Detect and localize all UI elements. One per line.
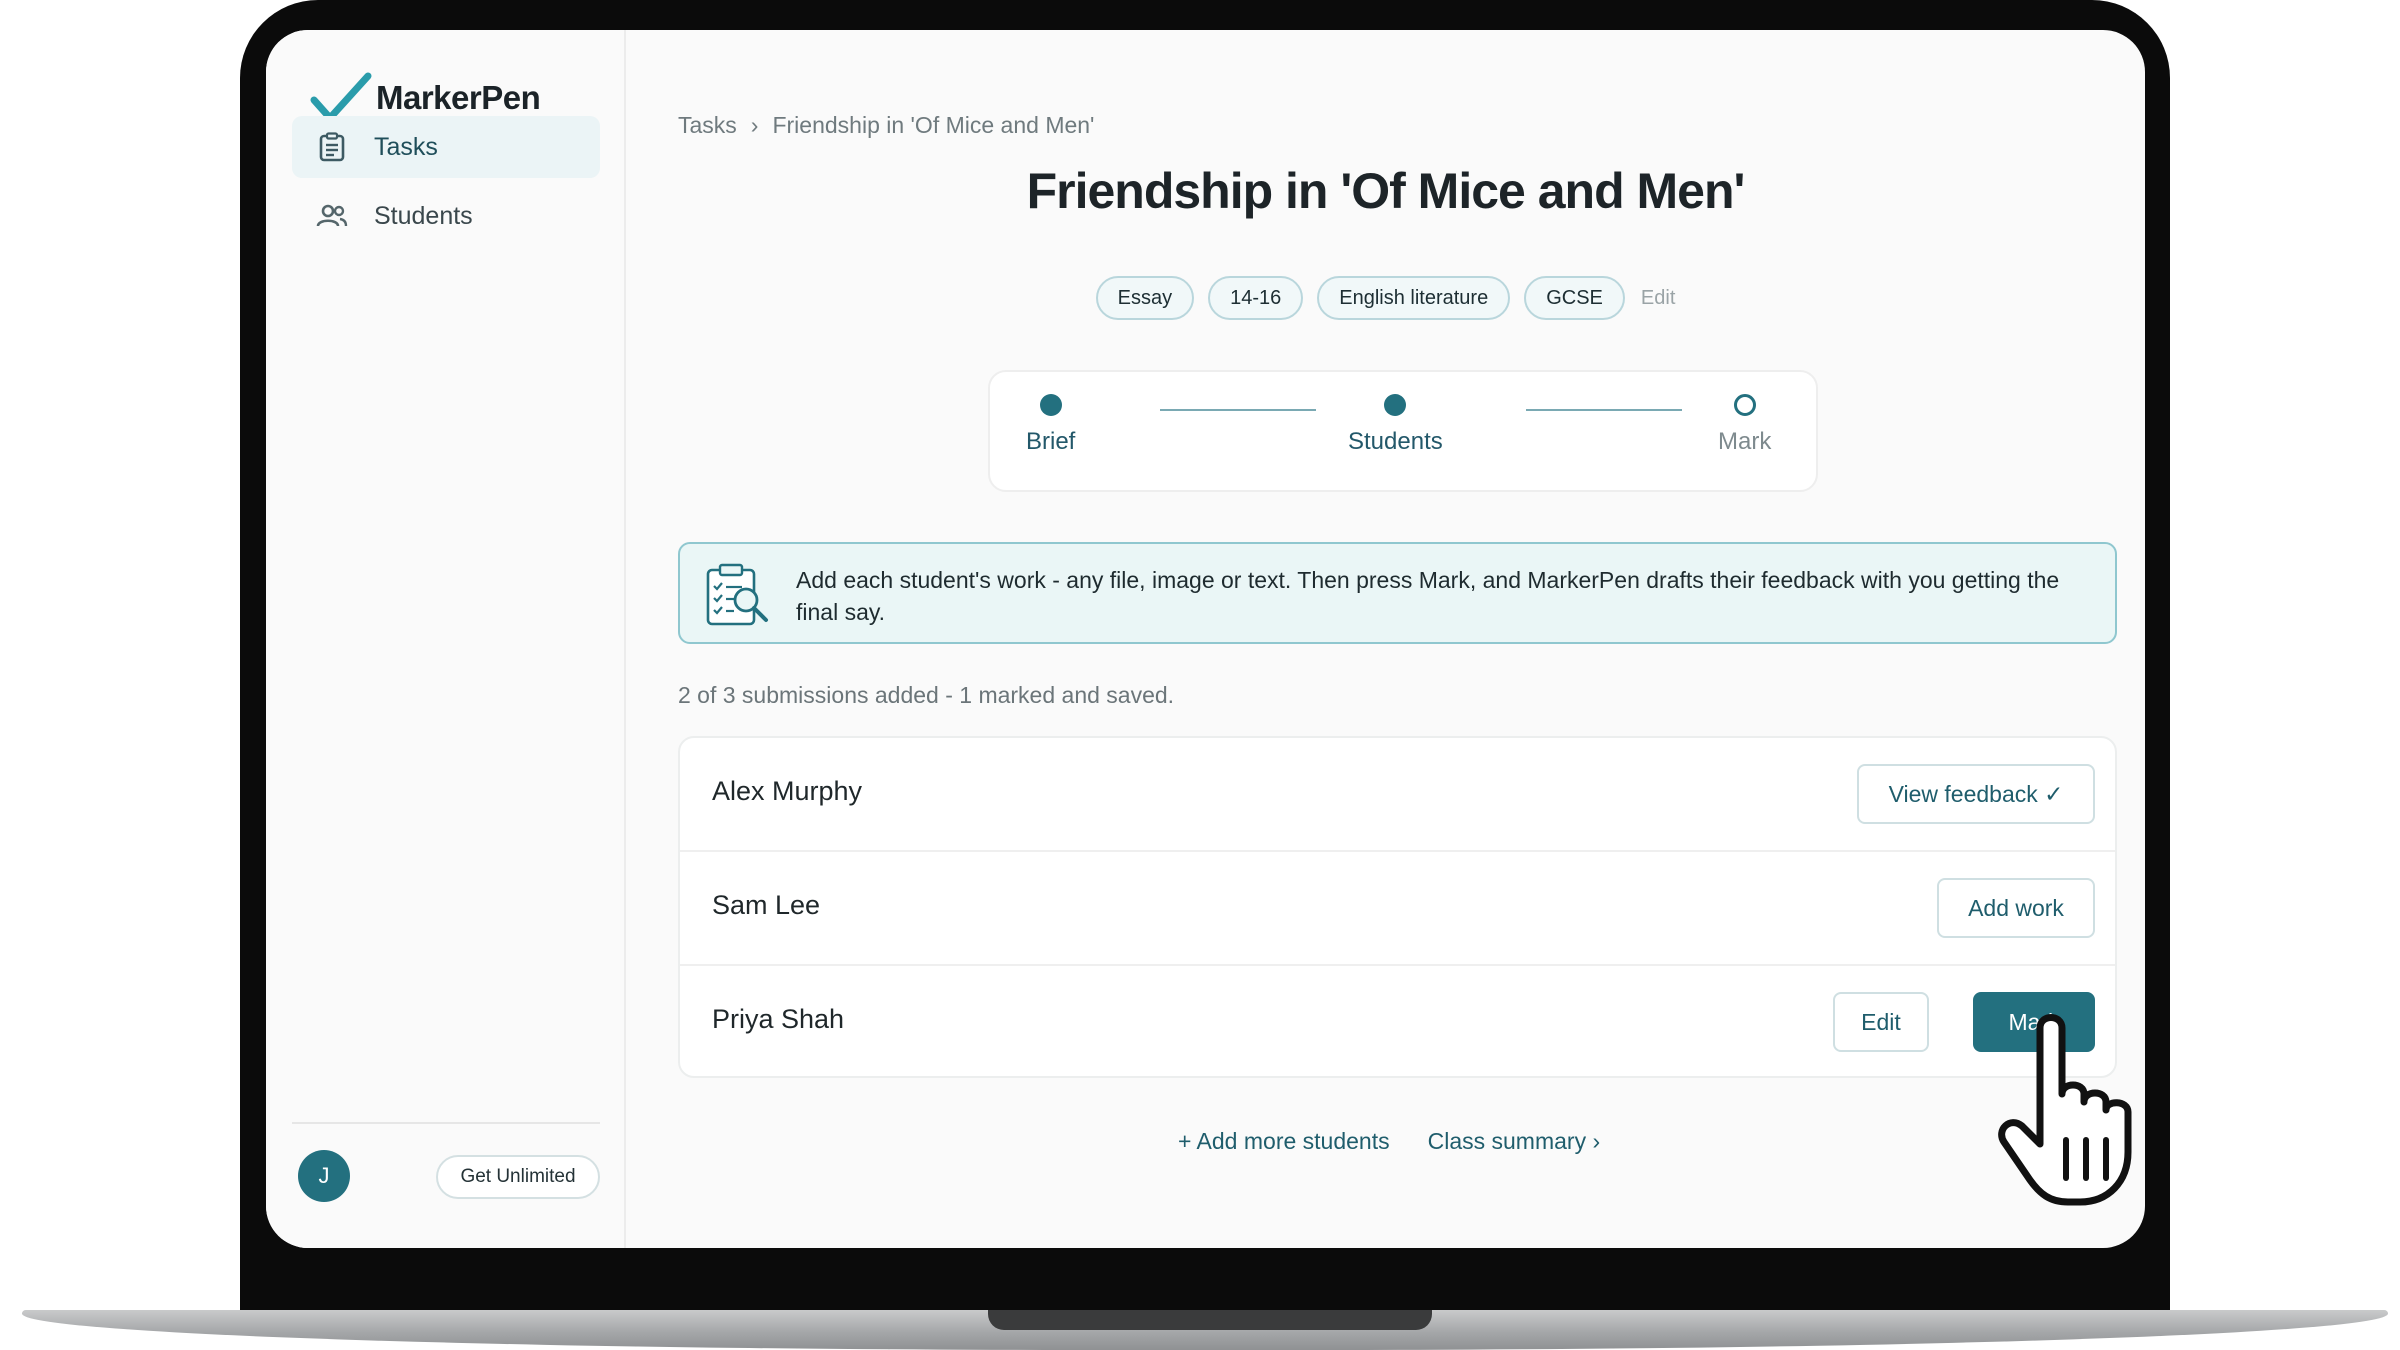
brand-name: MarkerPen <box>376 79 541 116</box>
table-row: Alex Murphy View feedback ✓ <box>680 738 2115 852</box>
stepper-connector <box>1526 409 1682 411</box>
stepper-connector <box>1160 409 1316 411</box>
info-banner-text: Add each student's work - any file, imag… <box>796 567 2060 625</box>
step-pending-dot <box>1733 394 1756 416</box>
breadcrumb: Tasks › Friendship in 'Of Mice and Men' <box>678 112 1094 139</box>
step-current-dot <box>1384 394 1407 416</box>
task-tags: Essay 14-16 English literature GCSE Edit <box>266 276 2145 320</box>
sidebar: MarkerPen Tasks Students J Get Unlimited <box>266 30 626 1248</box>
page-title: Friendship in 'Of Mice and Men' <box>1026 163 1746 219</box>
sidebar-item-tasks[interactable]: Tasks <box>292 116 600 178</box>
sidebar-item-label: Students <box>374 201 473 230</box>
breadcrumb-tasks-link[interactable]: Tasks <box>678 112 737 139</box>
step-complete-dot <box>1039 394 1062 416</box>
progress-stepper: Brief Students Mark <box>988 370 1818 492</box>
table-row: Sam Lee Add work <box>680 852 2115 966</box>
class-summary-link[interactable]: Class summary › <box>1428 1128 1601 1155</box>
laptop-notch <box>988 1310 1432 1330</box>
breadcrumb-separator: › <box>750 112 759 138</box>
hand-pointer-icon <box>1996 1010 2136 1211</box>
get-unlimited-button[interactable]: Get Unlimited <box>436 1155 600 1199</box>
sidebar-item-label: Tasks <box>374 132 438 161</box>
tag-age: 14-16 <box>1208 276 1304 320</box>
submission-progress: 2 of 3 submissions added - 1 marked and … <box>678 682 1175 708</box>
tag-type: Essay <box>1095 276 1195 320</box>
list-footer: + Add more students Class summary › <box>1178 1128 1600 1155</box>
info-banner: Add each student's work - any file, imag… <box>678 542 2117 644</box>
step-label: Brief <box>1026 428 1076 455</box>
app-screen: MarkerPen Tasks Students J Get Unlimited… <box>266 30 2145 1248</box>
avatar[interactable]: J <box>298 1150 350 1202</box>
breadcrumb-current: Friendship in 'Of Mice and Men' <box>772 112 1095 138</box>
clipboard-icon <box>312 132 352 162</box>
add-work-button[interactable]: Add work <box>1937 878 2095 938</box>
tag-level: GCSE <box>1524 276 1625 320</box>
step-mark[interactable]: Mark <box>1718 394 1771 456</box>
add-more-students-link[interactable]: + Add more students <box>1178 1128 1390 1155</box>
student-name: Priya Shah <box>712 1004 845 1034</box>
sidebar-divider <box>292 1122 600 1124</box>
sidebar-item-students[interactable]: Students <box>292 185 600 247</box>
step-label: Students <box>1348 428 1443 455</box>
student-list: Alex Murphy View feedback ✓ Sam Lee Add … <box>678 736 2117 1078</box>
step-brief[interactable]: Brief <box>1026 394 1075 456</box>
student-name: Sam Lee <box>712 890 821 920</box>
step-students[interactable]: Students <box>1348 394 1443 456</box>
clipboard-search-icon <box>702 562 772 633</box>
edit-submission-button[interactable]: Edit <box>1833 992 1929 1052</box>
student-name: Alex Murphy <box>712 776 863 806</box>
edit-tags-link[interactable]: Edit <box>1641 287 1675 310</box>
people-icon <box>312 204 352 228</box>
table-row: Priya Shah Edit Mark <box>680 966 2115 1076</box>
tag-subject: English literature <box>1317 276 1511 320</box>
step-label: Mark <box>1718 428 1772 455</box>
view-feedback-button[interactable]: View feedback ✓ <box>1857 764 2095 824</box>
